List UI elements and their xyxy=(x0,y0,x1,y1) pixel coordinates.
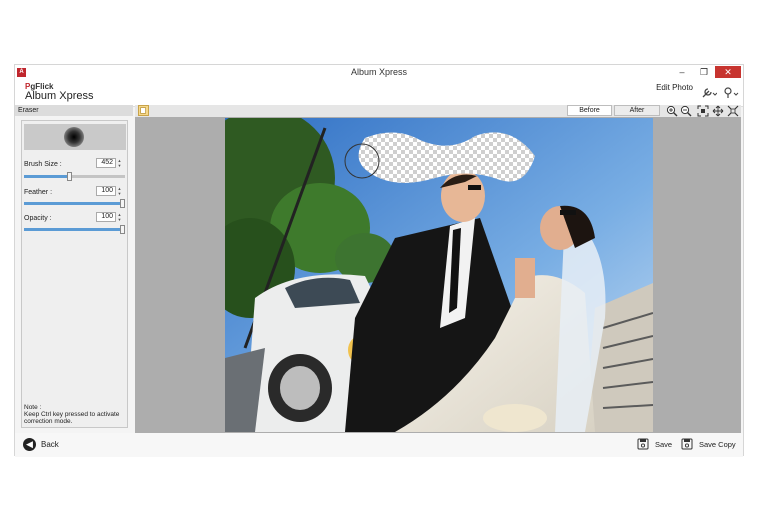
opacity-input[interactable]: 100 xyxy=(96,212,116,222)
pan-icon[interactable] xyxy=(712,105,724,117)
feather-slider[interactable] xyxy=(24,199,125,208)
brush-size-label: Brush Size : xyxy=(24,161,62,168)
brush-preview xyxy=(24,124,126,150)
brush-size-slider[interactable] xyxy=(24,172,125,181)
opacity-label: Opacity : xyxy=(24,215,52,222)
app-header: PgFlick Album Xpress Edit Photo xyxy=(15,81,743,107)
zoom-in-icon[interactable] xyxy=(666,105,678,117)
layer-icon[interactable] xyxy=(138,105,149,116)
note-text: Note : Keep Ctrl key pressed to activate… xyxy=(24,404,128,425)
edit-photo-menu[interactable]: Edit Photo xyxy=(656,83,693,92)
feather-input[interactable]: 100 xyxy=(96,186,116,196)
back-label: Back xyxy=(41,440,59,449)
note-body: Keep Ctrl key pressed to activate correc… xyxy=(24,411,120,425)
wedding-photo[interactable] xyxy=(225,118,653,432)
close-button[interactable]: ✕ xyxy=(715,66,741,78)
fit-icon[interactable] xyxy=(697,105,709,117)
canvas-area[interactable] xyxy=(135,117,741,433)
back-button[interactable]: ◀ Back xyxy=(23,438,59,451)
brush-size-fill xyxy=(24,175,70,178)
panel-title: Eraser xyxy=(15,105,133,116)
app-window: A Album Xpress – ❐ ✕ PgFlick Album Xpres… xyxy=(14,64,744,457)
feather-fill xyxy=(24,202,125,205)
opacity-stepper[interactable]: ▲ ▼ xyxy=(117,212,122,222)
before-tab[interactable]: Before xyxy=(567,105,612,116)
opacity-fill xyxy=(24,228,125,231)
footer-bar: ◀ Back Save Save Copy xyxy=(15,433,743,457)
save-label: Save xyxy=(655,439,673,449)
zoom-out-icon[interactable] xyxy=(680,105,692,117)
save-copy-icon xyxy=(681,438,693,450)
eraser-panel: Brush Size : 452 ▲ ▼ Feather : 100 ▲ ▼ Opa… xyxy=(21,120,128,428)
feather-stepper[interactable]: ▲ ▼ xyxy=(117,186,122,196)
brush-dot-icon xyxy=(64,127,84,147)
save-button[interactable]: Save xyxy=(637,438,672,450)
save-icon xyxy=(637,438,649,450)
app-name: Album Xpress xyxy=(25,90,94,102)
opacity-thumb[interactable] xyxy=(120,225,125,234)
help-icon[interactable] xyxy=(723,87,739,99)
after-tab[interactable]: After xyxy=(614,105,660,116)
minimize-button[interactable]: – xyxy=(671,66,693,78)
note-title: Note : xyxy=(24,404,42,411)
wrench-icon[interactable] xyxy=(701,87,717,99)
back-arrow-icon: ◀ xyxy=(23,438,36,451)
save-copy-label: Save Copy xyxy=(699,439,736,449)
fullscreen-icon[interactable] xyxy=(727,105,739,117)
window-title: Album Xpress xyxy=(350,67,408,77)
feather-thumb[interactable] xyxy=(120,199,125,208)
title-bar: A Album Xpress – ❐ ✕ xyxy=(15,65,743,81)
brush-size-thumb[interactable] xyxy=(66,172,72,181)
feather-label: Feather : xyxy=(24,189,53,196)
brush-size-stepper[interactable]: ▲ ▼ xyxy=(117,158,122,168)
maximize-button[interactable]: ❐ xyxy=(693,66,715,78)
opacity-slider[interactable] xyxy=(24,225,125,234)
brush-size-input[interactable]: 452 xyxy=(96,158,116,168)
window-controls: – ❐ ✕ xyxy=(671,66,741,78)
save-copy-button[interactable]: Save Copy xyxy=(681,438,736,450)
